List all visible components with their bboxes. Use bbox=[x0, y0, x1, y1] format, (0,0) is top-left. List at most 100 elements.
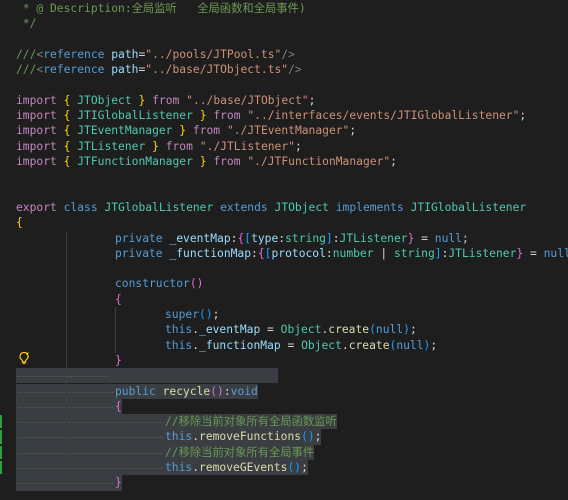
code-line-class-declaration[interactable]: export class JTGlobalListener extends JT… bbox=[0, 200, 568, 215]
code-text: * @ Description:全局监听 全局函数和全局事件) bbox=[16, 1, 306, 16]
code-text: this.removeFunctions(); bbox=[165, 429, 322, 445]
code-token: = bbox=[280, 338, 302, 352]
code-text: } bbox=[115, 353, 122, 368]
code-editor[interactable]: * @ Description:全局监听 全局函数和全局事件) */ ///<re… bbox=[0, 0, 568, 500]
code-token: JTEventManager bbox=[77, 124, 173, 138]
code-token: ; bbox=[314, 430, 322, 444]
code-token: = bbox=[523, 246, 544, 260]
code-token: ; bbox=[212, 308, 220, 321]
code-line-comment-close[interactable]: */ bbox=[0, 16, 568, 31]
code-line-import[interactable]: import { JTIGlobalListener } from "../in… bbox=[0, 108, 568, 123]
code-line-event-map-create[interactable]: this._eventMap = Object.create(null); bbox=[0, 322, 568, 337]
code-line-import[interactable]: import { JTObject } from "../base/JTObje… bbox=[0, 93, 568, 108]
code-line-import[interactable]: import { JTFunctionManager } from "./JTF… bbox=[0, 154, 568, 169]
code-token: /// bbox=[16, 63, 37, 77]
code-token: . bbox=[192, 323, 200, 337]
code-text: */ bbox=[16, 16, 37, 31]
code-token: . bbox=[341, 338, 349, 352]
code-token: "./JTEventManager" bbox=[226, 124, 350, 138]
code-line-import[interactable]: import { JTListener } from "./JTListener… bbox=[0, 139, 568, 154]
indent-guide bbox=[66, 230, 67, 491]
code-token: Object bbox=[301, 338, 342, 352]
code-line-blank[interactable] bbox=[0, 261, 568, 276]
code-line-comment-remove-events[interactable]: //移除当前对象所有全局事件 bbox=[0, 444, 568, 460]
code-token: import bbox=[16, 109, 57, 123]
code-line-recycle-close[interactable]: } bbox=[0, 475, 568, 491]
code-token: "../base/JTObject" bbox=[186, 93, 309, 107]
code-line-recycle[interactable]: public recycle():void bbox=[0, 383, 568, 399]
code-token: Object bbox=[280, 323, 322, 337]
code-line-constructor[interactable]: constructor() bbox=[0, 276, 568, 291]
code-text: import { JTListener } from "./JTListener… bbox=[16, 139, 302, 154]
code-line-blank[interactable] bbox=[0, 185, 568, 200]
code-line-recycle-open[interactable]: { bbox=[0, 398, 568, 415]
code-line-super-call[interactable]: super(); bbox=[0, 307, 568, 322]
code-token: protocol bbox=[271, 246, 326, 260]
code-token: | bbox=[373, 246, 394, 260]
code-token: _functionMap bbox=[199, 338, 281, 352]
code-text: private _functionMap:{[protocol:number |… bbox=[115, 246, 568, 261]
code-line-constructor-open[interactable]: { bbox=[0, 292, 568, 307]
code-token: /> bbox=[281, 47, 295, 61]
code-line-constructor-close[interactable]: } bbox=[0, 353, 568, 368]
code-line-blank-selected[interactable] bbox=[0, 368, 568, 384]
code-line-blank[interactable] bbox=[0, 78, 568, 93]
code-text: this._eventMap = Object.create(null); bbox=[165, 322, 417, 337]
code-token: "../base/JTObject.ts" bbox=[145, 63, 289, 77]
code-token: * @ Description:全局监听 全局函数和全局事件) bbox=[16, 2, 306, 15]
code-token: : bbox=[251, 246, 258, 260]
code-token: ; bbox=[430, 338, 438, 352]
code-token: /// bbox=[16, 47, 37, 61]
code-token: ] bbox=[434, 246, 442, 260]
code-line-function-map[interactable]: private _functionMap:{[protocol:number |… bbox=[0, 246, 568, 261]
code-line-reference-pool[interactable]: ///<reference path="../pools/JTPool.ts"/… bbox=[0, 47, 568, 62]
code-text: import { JTObject } from "../base/JTObje… bbox=[16, 93, 315, 108]
code-token: : bbox=[223, 384, 231, 398]
code-line-function-map-create[interactable]: this._functionMap = Object.create(null); bbox=[0, 338, 568, 353]
code-token: string bbox=[393, 246, 435, 260]
code-line-class-open-brace[interactable]: { bbox=[0, 215, 568, 230]
git-change-marker bbox=[0, 415, 2, 429]
code-line-event-map[interactable]: private _eventMap:{[type:string]:JTListe… bbox=[0, 231, 568, 246]
code-token: null bbox=[434, 231, 462, 245]
code-text: export class JTGlobalListener extends JT… bbox=[16, 200, 526, 215]
code-line-description[interactable]: * @ Description:全局监听 全局函数和全局事件) bbox=[0, 1, 568, 16]
code-token: : bbox=[332, 231, 340, 245]
code-token: . bbox=[192, 430, 200, 444]
code-token: ; bbox=[390, 155, 397, 168]
code-line-blank[interactable] bbox=[0, 169, 568, 184]
code-token: . bbox=[192, 338, 200, 352]
code-token: "./JTFunctionManager" bbox=[247, 155, 391, 168]
code-token: string bbox=[285, 231, 326, 245]
code-line-blank[interactable] bbox=[0, 32, 568, 47]
code-token: null bbox=[396, 338, 424, 352]
code-line-comment-remove-functions[interactable]: //移除当前对象所有全局函数监听 bbox=[0, 414, 568, 430]
code-token: create bbox=[348, 338, 390, 352]
lightbulb-autofix-icon[interactable] bbox=[17, 351, 31, 365]
code-token: JTObject bbox=[274, 200, 329, 214]
code-token: from bbox=[213, 109, 241, 123]
code-line-remove-functions[interactable]: this.removeFunctions(); bbox=[0, 429, 568, 445]
code-token: () bbox=[301, 430, 315, 444]
code-token: = bbox=[414, 231, 435, 245]
code-token: removeFunctions bbox=[199, 430, 302, 444]
code-line-reference-object[interactable]: ///<reference path="../base/JTObject.ts"… bbox=[0, 62, 568, 77]
indent-guide bbox=[115, 414, 116, 476]
code-text: import { JTEventManager } from "./JTEven… bbox=[16, 123, 356, 138]
indent-guide bbox=[115, 307, 116, 353]
code-text: import { JTIGlobalListener } from "../in… bbox=[16, 108, 526, 123]
code-token: { bbox=[257, 246, 265, 260]
code-token: _eventMap bbox=[169, 231, 231, 245]
code-token: import bbox=[16, 124, 57, 138]
code-line-import[interactable]: import { JTEventManager } from "./JTEven… bbox=[0, 123, 568, 138]
code-token: */ bbox=[16, 17, 37, 31]
whitespace-marker bbox=[18, 468, 163, 470]
code-line-remove-gevents[interactable]: this.removeGEvents(); bbox=[0, 460, 568, 476]
code-token: //移除当前对象所有全局函数监听 bbox=[165, 415, 337, 429]
